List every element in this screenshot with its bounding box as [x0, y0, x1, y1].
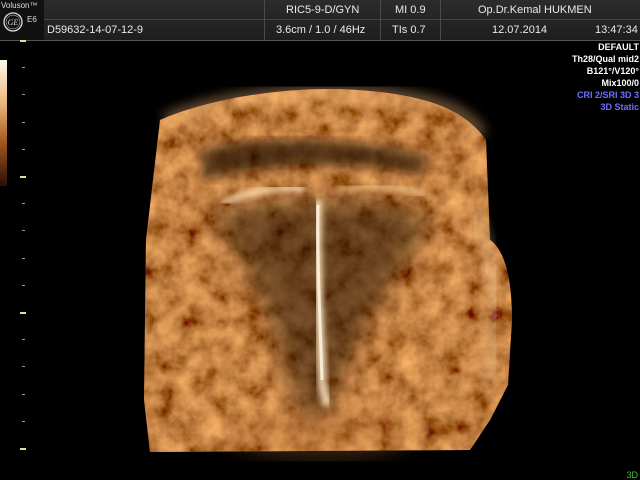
ge-logo-icon: GE — [3, 12, 23, 32]
patient-id: D59632-14-07-12-9 — [47, 24, 144, 36]
exam-date: 12.07.2014 — [492, 24, 548, 36]
header-divider — [380, 0, 381, 40]
depth-tick — [22, 67, 25, 68]
ultrasound-3d-render — [144, 86, 512, 457]
header-divider — [440, 0, 441, 40]
header-bar: Voluson™ GE E6 RIC5-9-D/GYN MI 0.9 Op.Dr… — [0, 0, 640, 41]
depth-tick-major — [20, 176, 26, 178]
depth-tick — [22, 203, 25, 204]
depth-tick — [22, 230, 25, 231]
depth-scale — [20, 40, 28, 480]
brand-name: Voluson™ — [1, 1, 38, 10]
mix-setting: Mix100/0 — [601, 78, 639, 88]
logo-text: GE — [8, 18, 19, 27]
mode-3d-indicator: 3D — [626, 470, 638, 480]
depth-tick — [22, 122, 25, 123]
render-mode: 3D Static — [600, 102, 639, 112]
depth-settings: 3.6cm / 1.0 / 46Hz — [276, 24, 366, 36]
mechanical-index: MI 0.9 — [395, 4, 426, 16]
operator-name: Op.Dr.Kemal HUKMEN — [478, 4, 592, 16]
probe-preset: RIC5-9-D/GYN — [286, 4, 360, 16]
thermal-index: TIs 0.7 — [392, 24, 426, 36]
depth-tick — [22, 94, 25, 95]
depth-tick-major — [20, 40, 26, 42]
color-map-bar — [0, 60, 7, 186]
brand-block: Voluson™ GE E6 — [0, 0, 44, 40]
depth-tick — [22, 339, 25, 340]
depth-tick — [22, 285, 25, 286]
depth-tick — [22, 149, 25, 150]
preset-label: DEFAULT — [598, 42, 639, 52]
depth-tick — [22, 421, 25, 422]
lower-glow — [230, 413, 410, 457]
depth-tick — [22, 394, 25, 395]
depth-tick-major — [20, 448, 26, 450]
exam-time: 13:47:34 — [595, 24, 638, 36]
system-model: E6 — [27, 15, 37, 24]
depth-tick-major — [20, 312, 26, 314]
cri-sri-setting: CRI 2/SRI 3D 3 — [576, 90, 639, 100]
header-row-divider — [44, 19, 640, 20]
depth-tick — [22, 366, 25, 367]
angle-settings: B121°/V120° — [586, 66, 639, 76]
threshold-quality: Th28/Qual mid2 — [571, 54, 639, 64]
header-divider — [264, 0, 265, 40]
depth-tick — [22, 258, 25, 259]
